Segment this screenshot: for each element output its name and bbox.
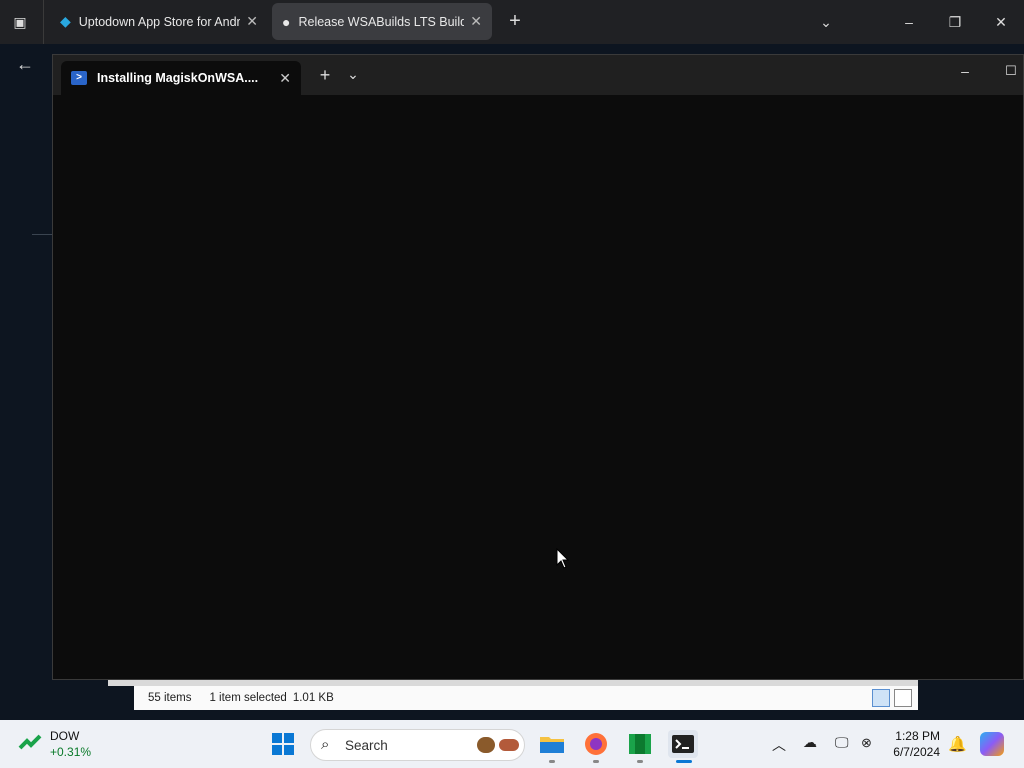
selection-size: 1.01 KB (292, 692, 334, 704)
browser-tab-uptodown[interactable]: ◆ Uptodown App Store for Andro ✕ (50, 3, 268, 40)
close-tab-icon[interactable]: ✕ (470, 13, 482, 30)
clock-date[interactable]: 6/7/2024 (888, 745, 940, 759)
github-icon: ● (282, 13, 291, 30)
new-terminal-tab-button[interactable]: + (315, 65, 335, 87)
close-window-button[interactable]: ✕ (978, 0, 1024, 44)
terminal-taskbar-icon[interactable] (668, 730, 698, 758)
running-indicator (549, 760, 555, 763)
wsa-app-icon[interactable] (625, 730, 655, 758)
tiles-view-icon[interactable] (894, 689, 912, 707)
tab-actions-icon[interactable]: ▣ (10, 12, 30, 32)
terminal-titlebar: > Installing MagiskOnWSA.... ✕ + ⌄ – ☐ (53, 55, 1023, 95)
taskbar-search[interactable]: ⌕ Search (310, 729, 525, 761)
selection-status: 1 item selected (209, 692, 287, 704)
onedrive-icon[interactable]: ☁ (803, 734, 817, 751)
divider (32, 234, 52, 235)
active-indicator (676, 760, 692, 763)
search-highlight-icon (477, 737, 495, 753)
search-placeholder: Search (345, 737, 388, 753)
firefox-icon[interactable] (581, 730, 611, 758)
uptodown-icon: ◆ (60, 13, 71, 29)
copilot-icon[interactable] (980, 732, 1004, 756)
terminal-tab[interactable]: > Installing MagiskOnWSA.... ✕ (61, 61, 301, 95)
restore-button[interactable]: ❐ (932, 0, 978, 44)
widget-title[interactable]: DOW (50, 729, 79, 743)
terminal-tab-title: Installing MagiskOnWSA.... (97, 71, 259, 85)
running-indicator (593, 760, 599, 763)
minimize-button[interactable]: – (886, 0, 932, 44)
search-icon: ⌕ (321, 736, 330, 753)
tab-label: Release WSABuilds LTS Build # (298, 14, 465, 29)
running-indicator (637, 760, 643, 763)
search-highlight-icon (499, 739, 519, 751)
file-explorer-icon[interactable] (537, 730, 567, 758)
volume-icon[interactable]: ⊗ (861, 735, 872, 751)
start-button[interactable] (268, 730, 298, 758)
details-view-icon[interactable] (872, 689, 890, 707)
divider (43, 0, 44, 44)
notification-bell-icon[interactable]: 🔔 (948, 735, 967, 753)
browser-tab-strip: ▣ ◆ Uptodown App Store for Andro ✕ ● Rel… (0, 0, 1024, 44)
terminal-minimize-button[interactable]: – (953, 63, 977, 87)
new-tab-button[interactable]: + (504, 10, 526, 34)
tray-chevron-up-icon[interactable]: ︿ (772, 735, 786, 755)
browser-tab-wsabuilds[interactable]: ● Release WSABuilds LTS Build # ✕ (272, 3, 492, 40)
terminal-maximize-button[interactable]: ☐ (1001, 63, 1021, 87)
powershell-icon: > (71, 71, 87, 85)
back-button[interactable]: ← (0, 44, 50, 84)
tab-search-chevron-icon[interactable]: ⌄ (803, 0, 849, 44)
close-tab-icon[interactable]: ✕ (246, 13, 258, 30)
item-count: 55 items (148, 692, 192, 704)
clock-time[interactable]: 1:28 PM (892, 729, 940, 743)
explorer-status-bar: 55 items 1 item selected 1.01 KB (134, 686, 918, 710)
terminal-window: > Installing MagiskOnWSA.... ✕ + ⌄ – ☐ (52, 54, 1024, 680)
mouse-cursor-icon (556, 548, 570, 569)
network-icon[interactable]: 🖵 (835, 734, 849, 751)
tab-label: Uptodown App Store for Andro (78, 14, 241, 29)
terminal-output[interactable] (53, 95, 1023, 679)
stock-widget-icon[interactable] (18, 732, 44, 754)
terminal-dropdown-icon[interactable]: ⌄ (343, 66, 363, 88)
widget-change: +0.31% (50, 745, 92, 759)
close-tab-icon[interactable]: ✕ (279, 70, 291, 87)
